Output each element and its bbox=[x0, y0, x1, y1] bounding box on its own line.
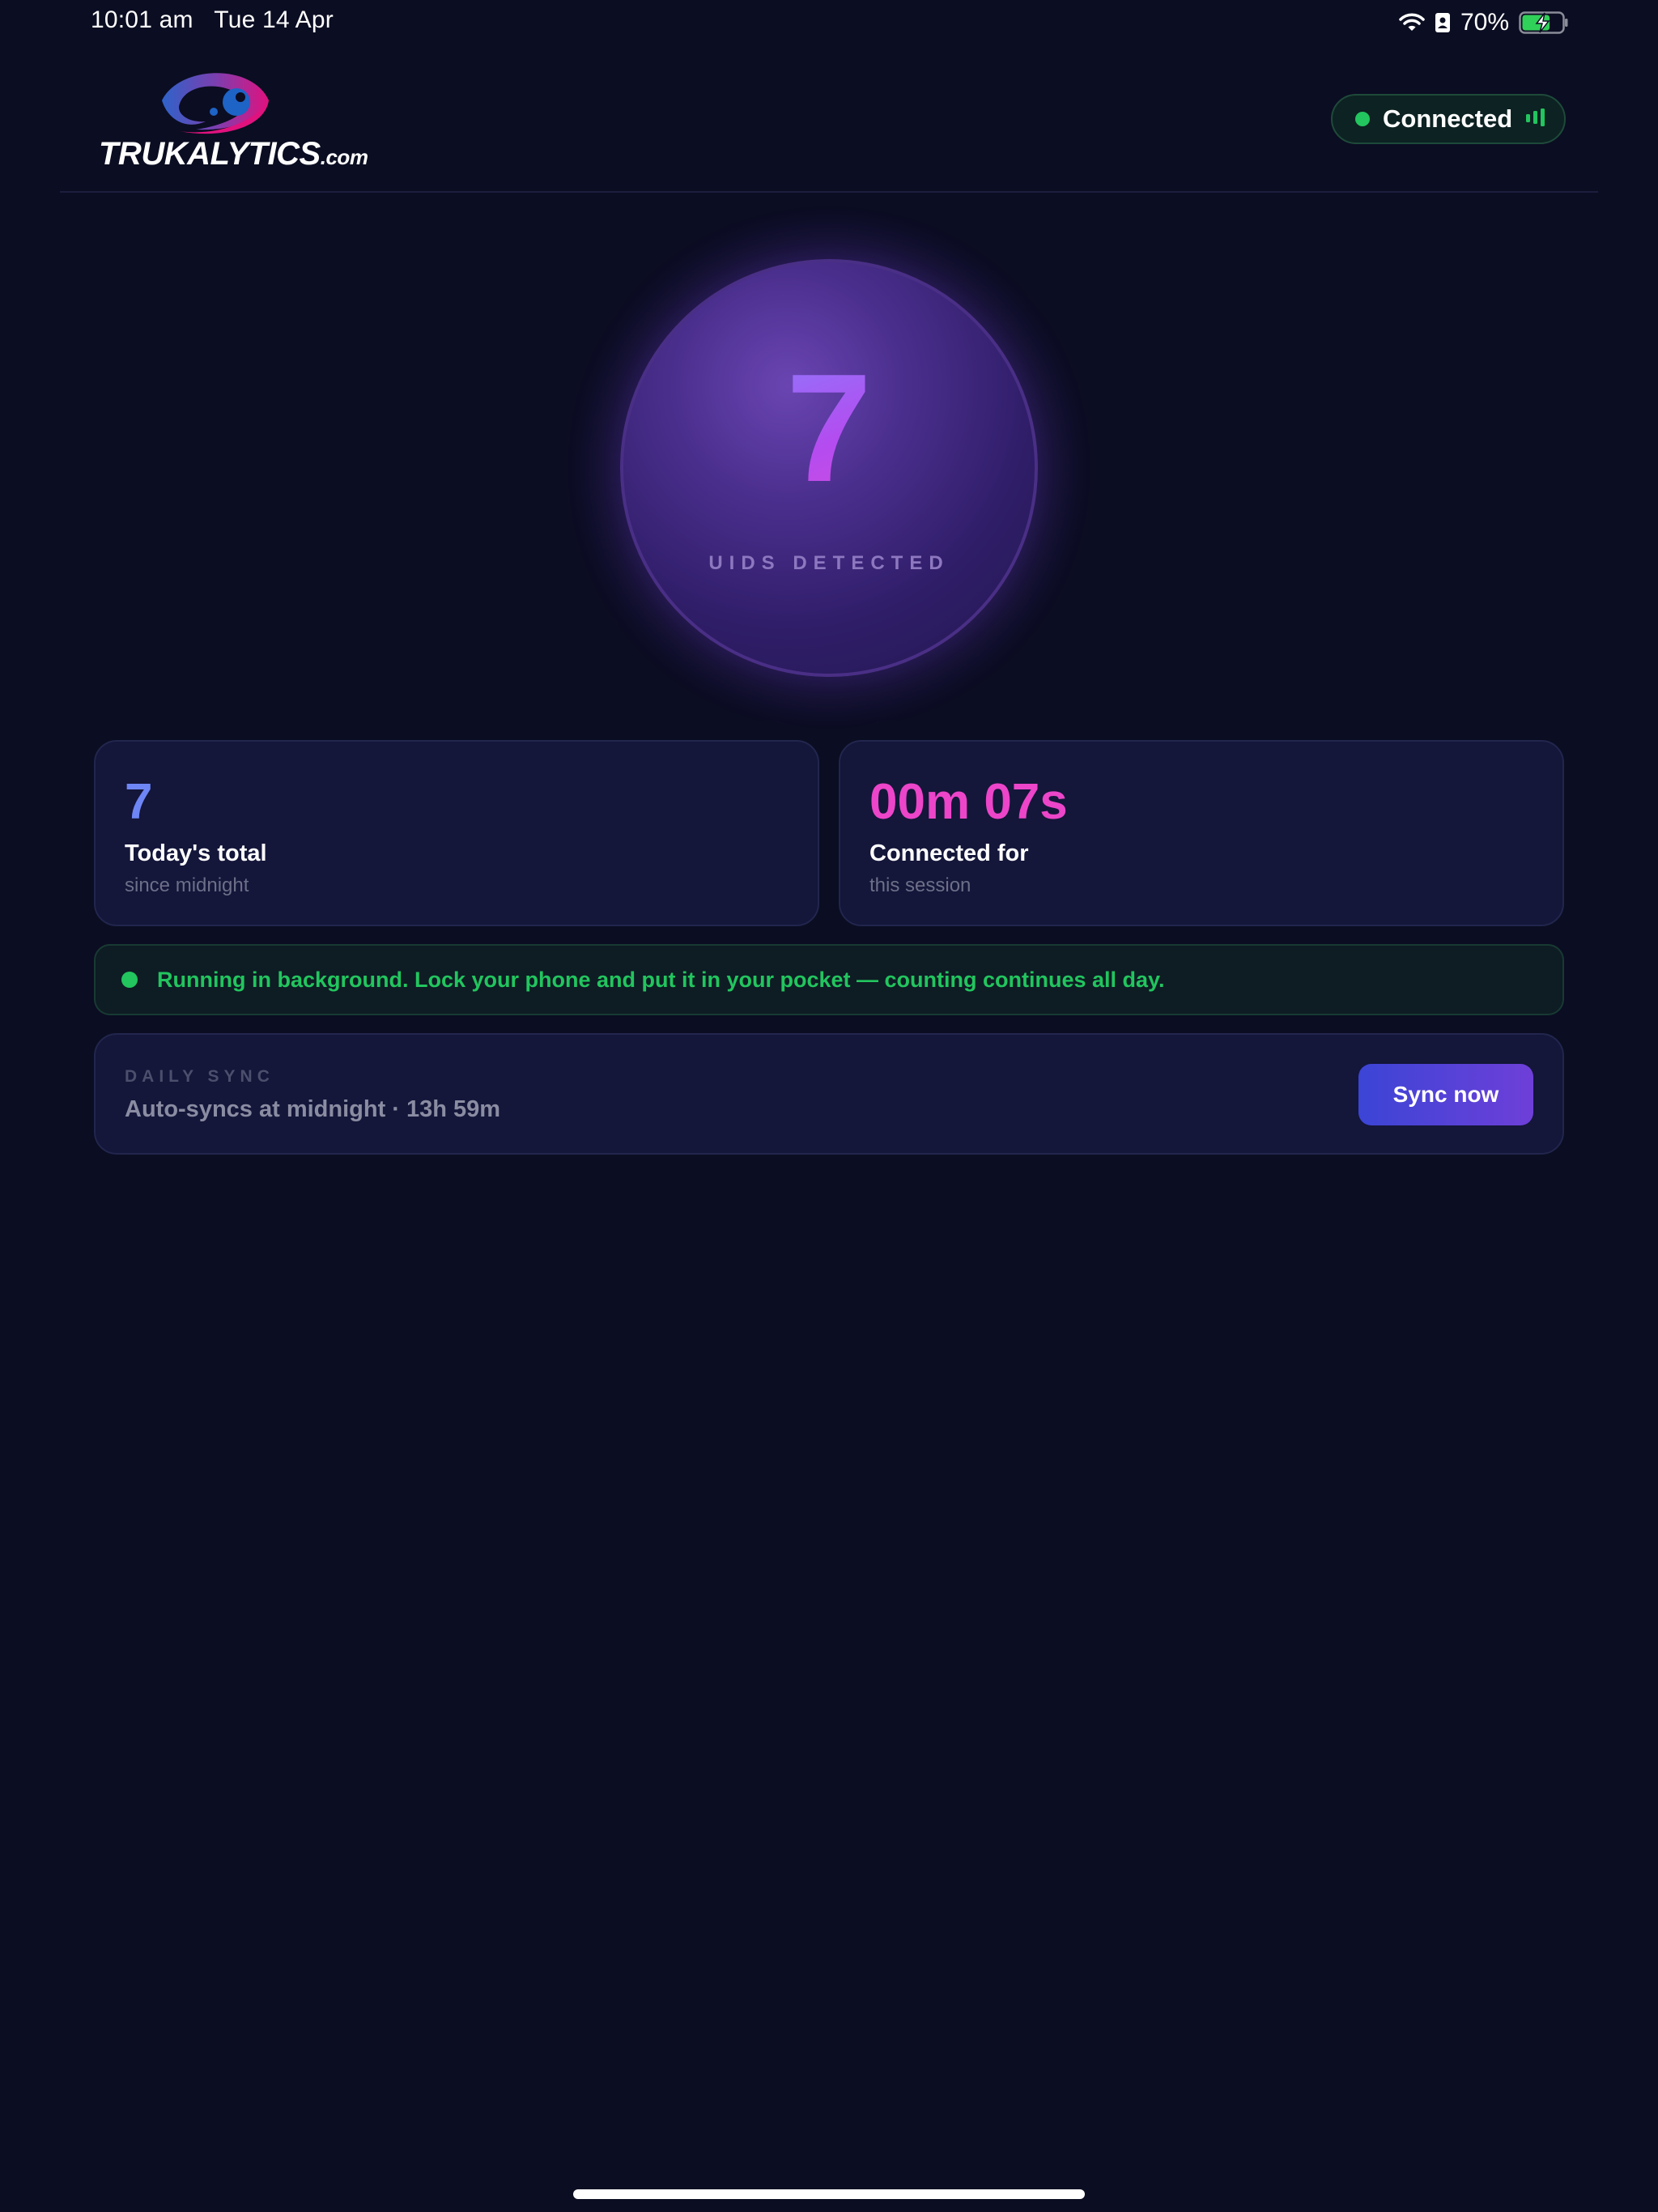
battery-percent: 70% bbox=[1460, 9, 1509, 36]
app-header: TRUKALYTICS.com Connected bbox=[60, 49, 1598, 193]
connected-for-title: Connected for bbox=[869, 840, 1029, 866]
logo-suffix: .com bbox=[320, 145, 368, 169]
todays-total-value: 7 bbox=[125, 774, 153, 830]
status-clock: 10:01 am bbox=[91, 6, 193, 33]
connected-for-value: 00m 07s bbox=[869, 774, 1068, 830]
running-dot-icon bbox=[121, 972, 138, 988]
connected-for-subtitle: this session bbox=[869, 874, 971, 896]
background-running-banner: Running in background. Lock your phone a… bbox=[94, 944, 1564, 1015]
uid-counter-circle: 7 UIDS DETECTED bbox=[620, 259, 1038, 677]
status-time: 10:01 am Tue 14 Apr bbox=[91, 6, 334, 34]
eye-logo-icon bbox=[162, 73, 269, 134]
sim-icon bbox=[1435, 12, 1451, 33]
daily-sync-description: Auto-syncs at midnight · 13h 59m bbox=[125, 1096, 501, 1122]
connection-status-badge: Connected bbox=[1331, 94, 1566, 144]
logo-wordmark: TRUKALYTICS.com bbox=[99, 136, 368, 172]
wifi-icon bbox=[1399, 12, 1425, 33]
status-date: Tue 14 Apr bbox=[214, 6, 334, 33]
todays-total-card: 7 Today's total since midnight bbox=[94, 740, 819, 926]
todays-total-title: Today's total bbox=[125, 840, 267, 866]
battery-charging-icon bbox=[1519, 11, 1569, 35]
connected-for-card: 00m 07s Connected for this session bbox=[839, 740, 1564, 926]
uid-count-label: UIDS DETECTED bbox=[708, 552, 950, 574]
connection-status-label: Connected bbox=[1383, 104, 1513, 133]
status-indicators: 70% bbox=[1399, 6, 1569, 39]
uid-count: 7 bbox=[623, 351, 1035, 505]
logo-name: TRUKALYTICS bbox=[99, 136, 321, 172]
signal-bars-icon bbox=[1525, 108, 1546, 130]
connection-dot-icon bbox=[1355, 112, 1370, 126]
home-indicator[interactable] bbox=[573, 2189, 1085, 2199]
todays-total-subtitle: since midnight bbox=[125, 874, 249, 896]
daily-sync-label: DAILY SYNC bbox=[125, 1067, 274, 1086]
background-running-text: Running in background. Lock your phone a… bbox=[157, 967, 1165, 992]
daily-sync-card: DAILY SYNC Auto-syncs at midnight · 13h … bbox=[94, 1033, 1564, 1155]
status-bar: 10:01 am Tue 14 Apr 70% bbox=[0, 0, 1658, 45]
sync-now-button[interactable]: Sync now bbox=[1358, 1064, 1533, 1125]
